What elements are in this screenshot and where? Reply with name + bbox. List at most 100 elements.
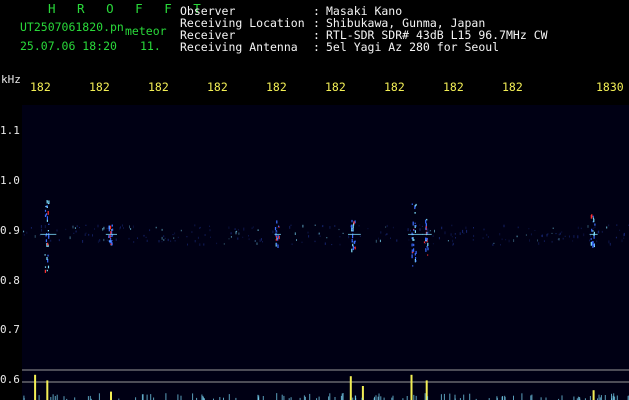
ground-clutter	[616, 395, 618, 400]
echo-pixel	[47, 211, 49, 215]
ground-clutter	[165, 393, 167, 400]
echo-pixel	[593, 218, 595, 223]
spectrogram-plot	[22, 105, 629, 400]
noise-speck	[204, 234, 206, 236]
noise-speck	[516, 235, 518, 238]
noise-speck	[525, 234, 527, 236]
echo-pixel	[47, 254, 49, 257]
noise-speck	[88, 233, 90, 236]
noise-speck	[339, 243, 341, 246]
ground-clutter	[531, 394, 533, 400]
echo-pixel	[351, 240, 354, 243]
y-tick-label: 0.8	[0, 274, 20, 287]
noise-speck	[210, 236, 211, 238]
noise-speck	[421, 225, 423, 227]
noise-speck	[97, 240, 99, 244]
noise-speck	[541, 234, 543, 237]
noise-speck	[146, 239, 148, 242]
echo-pixel	[278, 225, 280, 227]
y-unit-label: kHz	[1, 73, 21, 86]
noise-speck	[319, 235, 321, 237]
noise-speck	[450, 233, 452, 236]
x-tick-label: 182	[207, 80, 228, 94]
noise-speck	[593, 227, 595, 229]
noise-speck	[94, 228, 95, 230]
echo-pixel	[278, 235, 280, 240]
echo-pixel	[411, 254, 413, 259]
y-tick-label: 1.1	[0, 124, 20, 137]
meteor-label: meteor	[125, 24, 167, 38]
noise-speck	[177, 236, 179, 239]
x-tick-label: 182	[30, 80, 51, 94]
activity-bar	[110, 391, 112, 400]
ground-clutter	[604, 395, 606, 400]
echo-pixel	[593, 235, 595, 239]
noise-speck	[359, 235, 361, 237]
ground-clutter	[87, 396, 89, 400]
noise-speck	[528, 228, 530, 230]
noise-speck	[23, 234, 25, 236]
noise-speck	[432, 235, 434, 237]
noise-speck	[425, 242, 426, 244]
noise-speck	[123, 227, 124, 229]
noise-speck	[473, 234, 475, 237]
noise-speck	[50, 239, 52, 242]
noise-speck	[573, 235, 575, 238]
ground-clutter	[329, 393, 331, 400]
echo-pixel	[111, 240, 113, 242]
noise-speck	[65, 228, 67, 231]
noise-speck	[466, 229, 468, 233]
noise-speck	[358, 224, 360, 227]
ground-clutter	[89, 395, 91, 400]
echo-pixel	[110, 238, 112, 240]
noise-speck	[577, 235, 579, 239]
echo-pixel	[350, 224, 353, 228]
echo-pixel	[425, 227, 427, 230]
noise-speck	[243, 227, 245, 231]
noise-speck	[543, 240, 545, 242]
noise-speck	[291, 243, 293, 245]
ground-clutter	[614, 396, 616, 400]
echo-pixel	[413, 248, 415, 252]
echo-pixel	[427, 254, 429, 256]
echo-pixel	[108, 225, 110, 230]
echo-pixel	[353, 221, 355, 225]
x-tick-label: 182	[384, 80, 405, 94]
noise-speck	[209, 225, 210, 227]
noise-speck	[451, 236, 453, 238]
noise-speck	[58, 239, 60, 242]
noise-speck	[199, 243, 201, 246]
ground-clutter	[355, 395, 357, 400]
noise-speck	[56, 229, 58, 232]
noise-speck	[386, 224, 388, 228]
ground-clutter	[501, 396, 503, 400]
y-tick-label: 0.9	[0, 224, 20, 237]
ground-clutter	[530, 395, 532, 400]
noise-speck	[74, 227, 76, 229]
ground-clutter	[600, 395, 602, 400]
noise-speck	[410, 229, 411, 232]
noise-speck	[444, 231, 446, 235]
x-tick-label: 182	[89, 80, 110, 94]
echo-pixel	[44, 254, 46, 256]
noise-speck	[608, 240, 610, 244]
noise-speck	[34, 235, 36, 238]
ground-clutter	[342, 393, 344, 400]
noise-speck	[589, 239, 590, 242]
noise-speck	[453, 242, 454, 245]
noise-speck	[375, 239, 377, 243]
ground-clutter	[98, 393, 100, 400]
noise-speck	[251, 227, 253, 230]
noise-speck	[257, 229, 259, 231]
noise-speck	[326, 237, 328, 239]
echo-pixel	[412, 237, 414, 241]
ground-clutter	[427, 396, 429, 400]
noise-speck	[408, 239, 410, 241]
noise-speck	[329, 226, 331, 229]
echo-pixel	[413, 243, 415, 247]
noise-speck	[174, 240, 176, 242]
echo-pixel	[45, 239, 47, 243]
noise-speck	[487, 236, 489, 238]
echo-pixel	[594, 223, 596, 226]
noise-speck	[615, 236, 617, 239]
